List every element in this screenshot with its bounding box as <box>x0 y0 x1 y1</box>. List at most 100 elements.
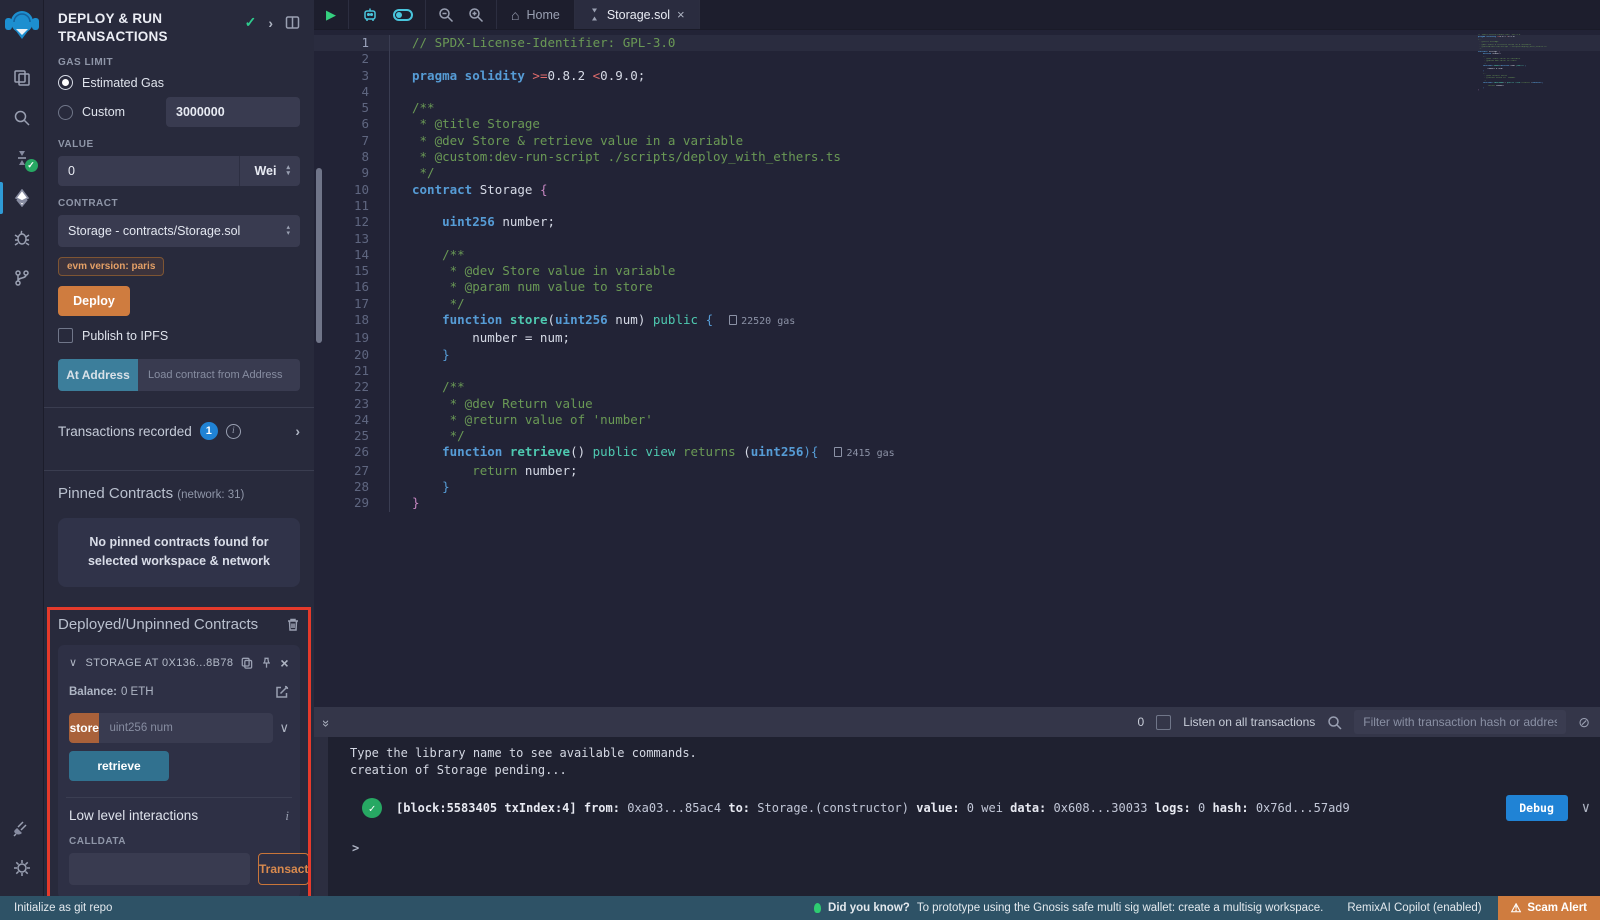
info-icon[interactable]: i <box>226 424 241 439</box>
panel-expand-icon[interactable]: › <box>268 15 273 31</box>
search-icon[interactable] <box>1327 715 1342 730</box>
edit-icon[interactable] <box>275 685 289 699</box>
radio-selected[interactable] <box>58 75 73 90</box>
calldata-input[interactable] <box>69 853 250 885</box>
stepper-icon: ▴▾ <box>286 165 290 177</box>
calldata-label: CALLDATA <box>69 836 289 847</box>
git-init-status[interactable]: Initialize as git repo <box>14 902 112 914</box>
code-area[interactable]: 1// SPDX-License-Identifier: GPL-3.023pr… <box>314 30 1600 707</box>
ai-assistant-icon[interactable] <box>361 7 379 23</box>
warning-icon: ⚠ <box>1511 901 1522 915</box>
store-arg-input[interactable] <box>99 713 273 743</box>
close-icon[interactable]: × <box>280 655 289 671</box>
home-icon: ⌂ <box>511 7 519 23</box>
value-label: VALUE <box>58 139 300 150</box>
gas-limit-label: GAS LIMIT <box>58 57 300 68</box>
evm-version-badge: evm version: paris <box>58 257 164 276</box>
close-tab-icon[interactable]: × <box>677 7 685 22</box>
debugger-icon[interactable] <box>0 218 44 258</box>
custom-gas-input[interactable] <box>166 97 300 127</box>
value-unit-select[interactable]: Wei ▴▾ <box>239 156 300 186</box>
git-icon[interactable] <box>0 258 44 298</box>
balance-value: 0 ETH <box>121 686 154 698</box>
trash-icon[interactable] <box>286 617 300 632</box>
icon-sidebar: ✓ <box>0 0 44 896</box>
deploy-button[interactable]: Deploy <box>58 286 130 316</box>
filter-transactions-input[interactable] <box>1354 710 1566 734</box>
status-bar: Initialize as git repo Did you know? To … <box>0 896 1600 920</box>
terminal-line: creation of Storage pending... <box>350 762 1590 779</box>
compile-success-badge: ✓ <box>25 159 38 172</box>
store-function-button[interactable]: store <box>69 713 99 743</box>
debug-button[interactable]: Debug <box>1506 795 1568 821</box>
file-explorer-icon[interactable] <box>0 58 44 98</box>
chevron-down-icon[interactable]: ∨ <box>69 656 77 669</box>
retrieve-function-button[interactable]: retrieve <box>69 751 169 781</box>
checkbox[interactable] <box>58 328 73 343</box>
panel-title: DEPLOY & RUN TRANSACTIONS <box>58 10 208 45</box>
pin-panel-icon[interactable] <box>285 15 300 30</box>
deploy-run-icon[interactable] <box>0 178 44 218</box>
solidity-file-icon <box>589 8 600 21</box>
lightbulb-icon <box>814 903 821 913</box>
zoom-in-icon[interactable] <box>468 7 484 23</box>
tab-home[interactable]: ⌂ Home <box>497 0 575 29</box>
scam-alert-badge[interactable]: ⚠ Scam Alert <box>1498 896 1600 920</box>
pin-icon[interactable] <box>261 656 272 670</box>
listen-all-checkbox[interactable] <box>1156 715 1171 730</box>
listen-all-label: Listen on all transactions <box>1183 715 1315 729</box>
contract-select[interactable]: Storage - contracts/Storage.sol ▴▾ <box>58 215 300 247</box>
tx-success-icon: ✓ <box>362 798 382 818</box>
terminal-line: Type the library name to see available c… <box>350 745 1590 762</box>
expand-tx-icon[interactable]: ∨ <box>1582 800 1590 816</box>
deployed-contract-card: ∨ STORAGE AT 0X136...8B78 × Balance: 0 E… <box>58 645 300 896</box>
info-icon[interactable]: i <box>285 808 289 824</box>
zoom-out-icon[interactable] <box>438 7 454 23</box>
contract-instance-name: STORAGE AT 0X136...8B78 <box>85 657 233 669</box>
custom-gas-radio[interactable]: Custom <box>58 97 300 127</box>
copilot-toggle-icon[interactable] <box>393 9 413 21</box>
estimated-gas-radio[interactable]: Estimated Gas <box>58 75 300 90</box>
plugin-manager-icon[interactable] <box>0 808 44 848</box>
expand-args-icon[interactable]: ∨ <box>279 720 289 736</box>
balance-label: Balance: <box>69 686 117 698</box>
remix-logo-icon[interactable] <box>2 6 42 44</box>
low-level-title: Low level interactions <box>69 808 198 823</box>
stepper-icon: ▴▾ <box>286 225 290 237</box>
transactions-recorded-row[interactable]: Transactions recorded 1 i › <box>58 408 300 454</box>
collapse-terminal-icon[interactable]: » <box>319 719 334 724</box>
clear-console-icon[interactable]: ⊘ <box>1578 714 1590 731</box>
editor-tabbar: ▶ ⌂ Home Storage.sol × <box>314 0 1600 30</box>
deployed-contracts-title: Deployed/Unpinned Contracts <box>58 616 286 633</box>
terminal-header: » 0 Listen on all transactions ⊘ <box>314 707 1600 737</box>
tab-storage-sol[interactable]: Storage.sol × <box>575 0 700 29</box>
editor-minimap[interactable]: // SPDX-License-Identifier: GPL-3.0pragm… <box>1478 34 1550 92</box>
remix-ide-window: ✓ DEPLOY & RUN TRANSACTIONS <box>0 0 1600 920</box>
pinned-contracts-title: Pinned Contracts (network: 31) <box>58 485 300 502</box>
deploy-run-panel: DEPLOY & RUN TRANSACTIONS ✓ › GAS LIMIT … <box>44 0 314 896</box>
transaction-log-row[interactable]: ✓ [block:5583405 txIndex:4] from: 0xa03.… <box>350 795 1590 821</box>
publish-ipfs-checkbox-row[interactable]: Publish to IPFS <box>58 328 300 343</box>
did-you-know-tip: Did you know? To prototype using the Gno… <box>814 902 1323 914</box>
at-address-button[interactable]: At Address <box>58 359 138 391</box>
tx-details: [block:5583405 txIndex:4] from: 0xa03...… <box>396 801 1350 815</box>
radio-unselected[interactable] <box>58 105 73 120</box>
copilot-status[interactable]: RemixAI Copilot (enabled) <box>1347 902 1481 914</box>
pinned-empty-message: No pinned contracts found for selected w… <box>58 518 300 587</box>
terminal-scroll-strip[interactable] <box>314 737 328 896</box>
at-address-input[interactable] <box>138 359 300 391</box>
contract-label: CONTRACT <box>58 198 300 209</box>
run-script-icon[interactable]: ▶ <box>326 7 336 23</box>
value-input[interactable] <box>58 156 239 186</box>
transactions-count-badge: 1 <box>200 422 218 440</box>
panel-scrollbar[interactable] <box>316 168 322 343</box>
copy-icon[interactable] <box>241 656 253 670</box>
terminal-prompt[interactable]: > <box>350 841 1590 855</box>
transact-button[interactable]: Transact <box>258 853 309 885</box>
deployed-contracts-section: Deployed/Unpinned Contracts ∨ STORAGE AT… <box>47 607 311 896</box>
settings-gear-icon[interactable] <box>0 848 44 888</box>
chevron-right-icon[interactable]: › <box>295 423 300 439</box>
solidity-compiler-icon[interactable]: ✓ <box>0 138 44 178</box>
search-icon[interactable] <box>0 98 44 138</box>
code-editor[interactable]: 1// SPDX-License-Identifier: GPL-3.023pr… <box>314 30 1600 707</box>
